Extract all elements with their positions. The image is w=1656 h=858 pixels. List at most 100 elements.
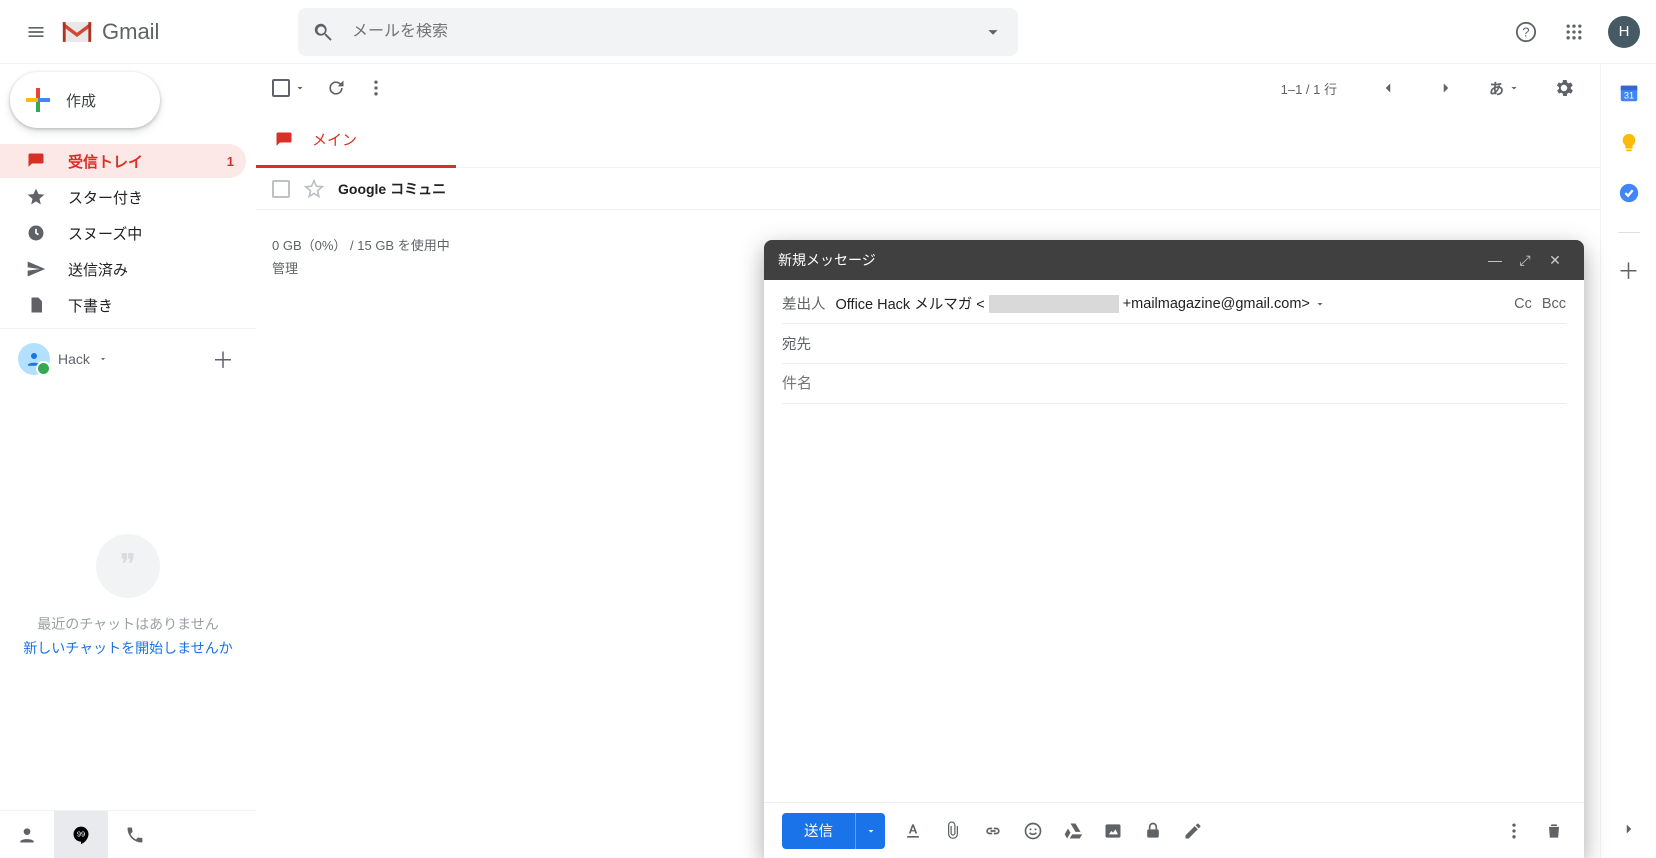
- select-all-checkbox[interactable]: [272, 79, 306, 97]
- person-icon: [25, 350, 43, 368]
- call-tab[interactable]: [108, 811, 162, 858]
- confidential-button[interactable]: [1143, 821, 1165, 841]
- pager-prev-button[interactable]: [1369, 73, 1407, 103]
- send-icon: [26, 259, 46, 279]
- inbox-count: 1: [227, 154, 234, 169]
- start-chat-link[interactable]: 新しいチャットを開始しませんか: [23, 638, 232, 658]
- send-options-button[interactable]: [855, 813, 885, 849]
- compose-header[interactable]: 新規メッセージ — ⤢ ✕: [764, 240, 1584, 280]
- to-input[interactable]: [821, 335, 1566, 352]
- hangouts-icon: 99: [71, 825, 91, 845]
- more-button[interactable]: [366, 68, 386, 108]
- refresh-button[interactable]: [326, 68, 346, 108]
- chat-bottom-tabs: 99: [0, 810, 256, 858]
- app-header: Gmail ? H: [0, 0, 1656, 64]
- nav-label: 下書き: [68, 295, 113, 316]
- search-icon[interactable]: [312, 21, 334, 43]
- apps-button[interactable]: [1554, 12, 1594, 52]
- brand-name: Gmail: [102, 19, 159, 45]
- redacted-segment: [989, 295, 1119, 313]
- drive-button[interactable]: [1063, 821, 1085, 841]
- cc-button[interactable]: Cc: [1514, 296, 1532, 312]
- compose-close-button[interactable]: ✕: [1540, 252, 1570, 269]
- compose-window: 新規メッセージ — ⤢ ✕ 差出人 Office Hack メルマガ < +ma…: [764, 240, 1584, 858]
- get-addons[interactable]: ＋: [1618, 261, 1640, 283]
- compose-to-row[interactable]: 宛先: [782, 324, 1566, 364]
- from-value: Office Hack メルマガ < +mailmagazine@gmail.c…: [836, 293, 1505, 314]
- hangouts-avatar[interactable]: [18, 343, 50, 375]
- tab-primary[interactable]: メイン: [256, 112, 456, 167]
- photo-button[interactable]: [1103, 821, 1125, 841]
- image-icon: [1103, 821, 1123, 841]
- format-button[interactable]: [903, 821, 925, 841]
- link-button[interactable]: [983, 821, 1005, 841]
- hamburger-icon: [26, 22, 46, 42]
- side-panel-toggle[interactable]: [1618, 818, 1640, 840]
- more-vert-icon: [366, 78, 386, 98]
- nav-sent[interactable]: 送信済み: [0, 252, 246, 286]
- bcc-button[interactable]: Bcc: [1542, 296, 1566, 312]
- search-options-icon[interactable]: [982, 21, 1004, 43]
- compose-title: 新規メッセージ: [778, 250, 1480, 270]
- help-icon: ?: [1515, 21, 1537, 43]
- attach-button[interactable]: [943, 821, 965, 841]
- compose-fullscreen-button[interactable]: ⤢: [1510, 252, 1540, 269]
- new-chat-button[interactable]: ＋: [202, 337, 244, 381]
- brand-logo[interactable]: Gmail: [60, 19, 298, 45]
- tasks-addon[interactable]: [1618, 182, 1640, 204]
- svg-text:31: 31: [1623, 91, 1633, 101]
- svg-text:99: 99: [77, 829, 85, 838]
- chevron-down-icon[interactable]: [1314, 298, 1326, 310]
- compose-minimize-button[interactable]: —: [1480, 252, 1510, 268]
- search-input[interactable]: [352, 23, 982, 41]
- nav-drafts[interactable]: 下書き: [0, 288, 246, 322]
- account-avatar[interactable]: H: [1608, 16, 1640, 48]
- compose-from-row[interactable]: 差出人 Office Hack メルマガ < +mailmagazine@gma…: [782, 284, 1566, 324]
- compose-body[interactable]: [764, 404, 1584, 802]
- compose-more-button[interactable]: [1504, 821, 1526, 841]
- header-actions: ? H: [1506, 12, 1640, 52]
- trash-icon: [1544, 821, 1564, 841]
- chevron-right-icon: [1437, 79, 1455, 97]
- file-icon: [26, 295, 46, 315]
- calendar-addon[interactable]: 31: [1618, 82, 1640, 104]
- paperclip-icon: [943, 821, 963, 841]
- compose-toolbar: 送信: [764, 802, 1584, 858]
- compose-subject-row[interactable]: [782, 364, 1566, 404]
- discard-button[interactable]: [1544, 821, 1566, 841]
- pager-next-button[interactable]: [1427, 73, 1465, 103]
- search-container: [298, 8, 1018, 56]
- nav-snoozed[interactable]: スヌーズ中: [0, 216, 246, 250]
- nav-label: 受信トレイ: [68, 151, 143, 172]
- compose-button[interactable]: 作成: [10, 72, 160, 128]
- subject-input[interactable]: [782, 375, 1566, 392]
- nav-starred[interactable]: スター付き: [0, 180, 246, 214]
- nav-inbox[interactable]: 受信トレイ 1: [0, 144, 246, 178]
- tab-label: メイン: [312, 129, 357, 150]
- row-checkbox[interactable]: [272, 180, 290, 198]
- lock-clock-icon: [1143, 821, 1163, 841]
- nav-label: スター付き: [68, 187, 143, 208]
- main-menu-button[interactable]: [16, 12, 56, 52]
- chevron-down-icon: [294, 82, 306, 94]
- keep-icon: [1618, 132, 1640, 154]
- mail-row[interactable]: Google コミュニ: [256, 168, 1600, 210]
- send-button[interactable]: 送信: [782, 813, 855, 849]
- text-format-icon: [903, 821, 923, 841]
- emoji-button[interactable]: [1023, 821, 1045, 841]
- keep-addon[interactable]: [1618, 132, 1640, 154]
- signature-button[interactable]: [1183, 821, 1205, 841]
- gear-icon: [1553, 77, 1575, 99]
- hangouts-tab[interactable]: 99: [54, 811, 108, 858]
- sidebar: 作成 受信トレイ 1 スター付き スヌーズ中 送信済み 下書き Hack ＋: [0, 64, 256, 858]
- checkbox-icon: [272, 79, 290, 97]
- person-icon: [17, 825, 37, 845]
- contacts-tab[interactable]: [0, 811, 54, 858]
- chevron-down-icon[interactable]: [98, 354, 108, 364]
- help-button[interactable]: ?: [1506, 12, 1546, 52]
- hangouts-empty-icon: ❞: [96, 534, 160, 598]
- input-language-button[interactable]: あ: [1485, 78, 1524, 99]
- settings-button[interactable]: [1544, 68, 1584, 108]
- mail-toolbar: 1–1 / 1 行 あ: [256, 64, 1600, 112]
- row-star-button[interactable]: [304, 179, 324, 199]
